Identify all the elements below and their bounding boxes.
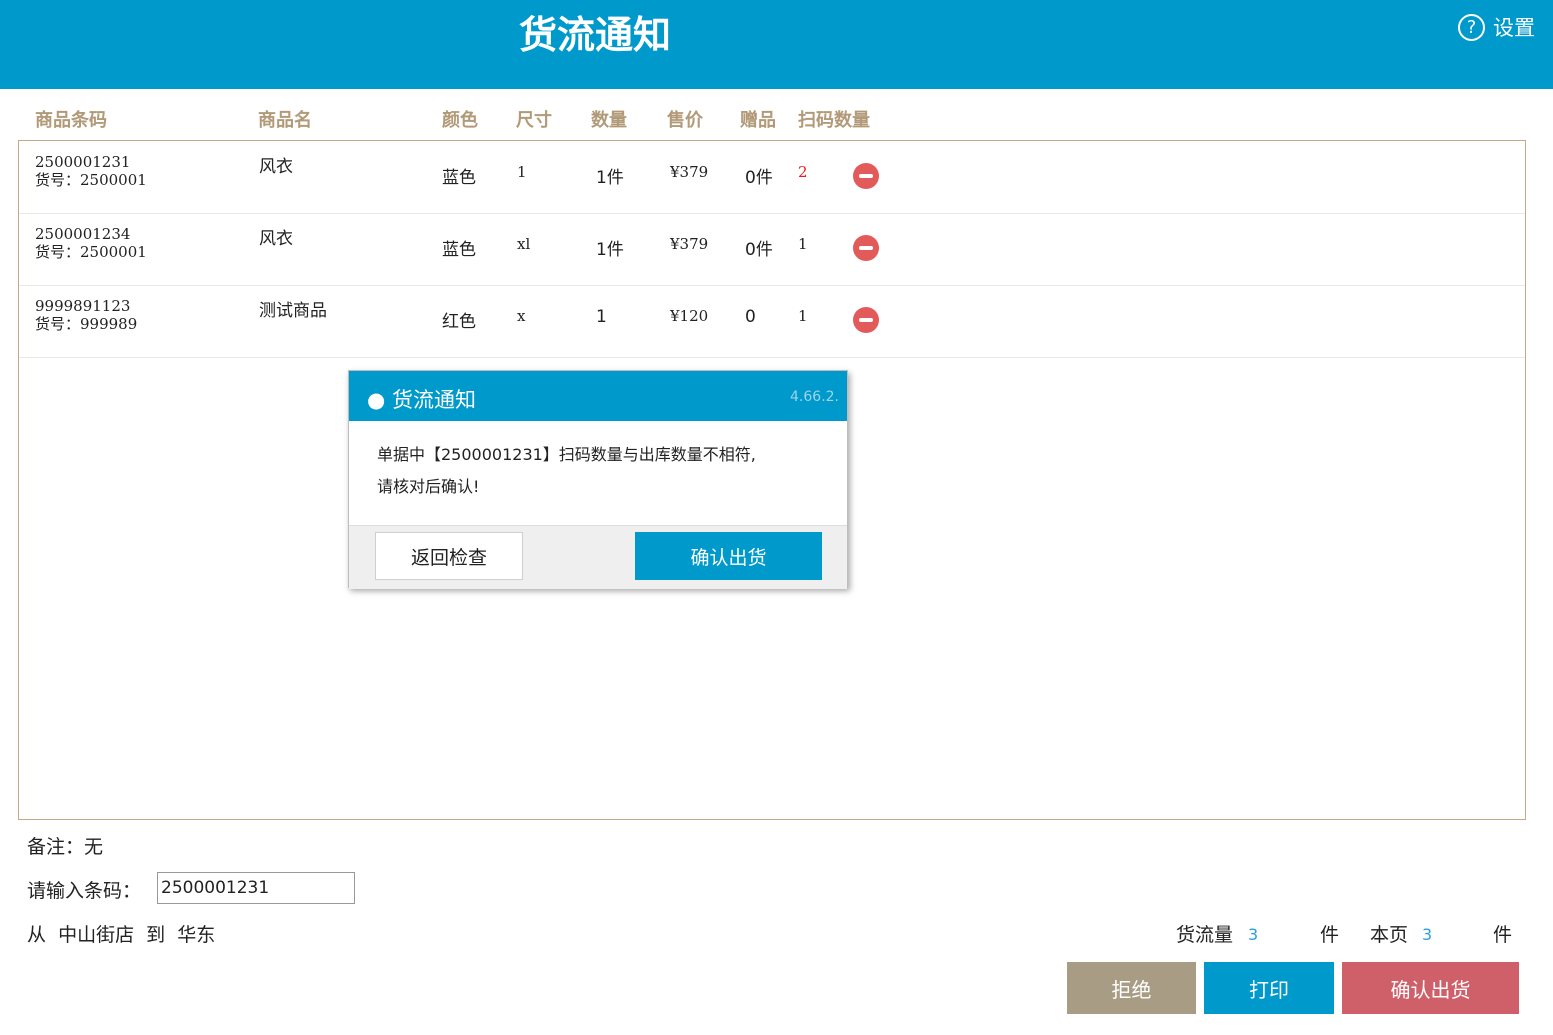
print-button[interactable]: 打印 <box>1204 962 1334 1014</box>
remove-icon[interactable] <box>853 307 879 333</box>
dialog-message-line1: 单据中【2500001231】扫码数量与出库数量不相符, <box>377 445 756 464</box>
col-gift: 赠品 <box>740 110 776 131</box>
col-color: 颜色 <box>442 110 478 131</box>
confirm-shipment-button[interactable]: 确认出货 <box>1342 962 1519 1014</box>
dialog-header: ● 货流通知 4.66.2. <box>349 371 847 421</box>
barcode: 2500001234 <box>35 225 131 243</box>
col-qty: 数量 <box>591 110 627 131</box>
gift-cell: 0 <box>745 307 756 327</box>
barcode-input[interactable] <box>157 872 355 904</box>
qty-cell: 1 <box>596 307 607 327</box>
barcode-cell: 9999891123 货号：999989 <box>35 297 137 333</box>
size-cell: 1 <box>517 163 527 181</box>
confirm-dialog: ● 货流通知 4.66.2. 单据中【2500001231】扫码数量与出库数量不… <box>348 370 848 589</box>
col-name: 商品名 <box>258 110 312 131</box>
item-number: 货号：2500001 <box>35 171 147 189</box>
product-name: 风衣 <box>259 229 293 249</box>
dialog-footer: 返回检查 确认出货 <box>349 525 847 589</box>
app-header: 货流通知 ? 设置 <box>0 0 1553 89</box>
size-cell: x <box>517 307 526 325</box>
dialog-message-line2: 请核对后确认! <box>377 477 480 496</box>
page-unit: 件 <box>1493 924 1513 946</box>
scanned-cell: 1 <box>798 307 808 325</box>
scanned-cell: 2 <box>798 163 808 181</box>
table-row: 2500001234 货号：2500001 风衣 蓝色 xl 1件 ¥379 0… <box>19 213 1525 286</box>
price-cell: ¥379 <box>670 163 709 181</box>
remove-icon[interactable] <box>853 163 879 189</box>
color-cell: 蓝色 <box>442 240 476 260</box>
barcode-input-label: 请输入条码： <box>27 880 142 902</box>
reject-button[interactable]: 拒绝 <box>1067 962 1196 1014</box>
dialog-message: 单据中【2500001231】扫码数量与出库数量不相符, 请核对后确认! <box>377 439 817 503</box>
table-row: 9999891123 货号：999989 测试商品 红色 x 1 ¥120 0 … <box>19 285 1525 358</box>
flow-unit: 件 <box>1320 924 1340 946</box>
barcode: 9999891123 <box>35 297 131 315</box>
col-barcode: 商品条码 <box>35 110 107 131</box>
page-title: 货流通知 <box>518 12 671 57</box>
dialog-confirm-button[interactable]: 确认出货 <box>635 532 822 580</box>
back-check-button[interactable]: 返回检查 <box>375 532 523 580</box>
scanned-cell: 1 <box>798 235 808 253</box>
help-icon[interactable]: ? <box>1458 13 1485 41</box>
product-name: 风衣 <box>259 157 293 177</box>
remove-icon[interactable] <box>853 235 879 261</box>
col-scanned: 扫码数量 <box>798 110 870 131</box>
col-size: 尺寸 <box>516 110 552 131</box>
item-number: 货号：2500001 <box>35 243 147 261</box>
settings-button[interactable]: ? 设置 <box>1458 12 1535 42</box>
color-cell: 红色 <box>442 312 476 332</box>
barcode-cell: 2500001231 货号：2500001 <box>35 153 147 189</box>
dialog-title: ● 货流通知 <box>367 388 476 412</box>
qty-cell: 1件 <box>596 240 624 260</box>
price-cell: ¥379 <box>670 235 709 253</box>
flow-label: 货流量 <box>1176 924 1234 946</box>
table-row: 2500001231 货号：2500001 风衣 蓝色 1 1件 ¥379 0件… <box>19 141 1525 214</box>
remark-text: 备注：无 <box>27 836 104 858</box>
page-count: 3 <box>1422 925 1433 944</box>
size-cell: xl <box>517 235 531 253</box>
flow-count: 3 <box>1248 925 1259 944</box>
gift-cell: 0件 <box>745 168 773 188</box>
settings-label: 设置 <box>1493 16 1535 40</box>
product-name: 测试商品 <box>259 301 327 321</box>
color-cell: 蓝色 <box>442 168 476 188</box>
col-price: 售价 <box>667 110 703 131</box>
dialog-version: 4.66.2. <box>790 389 839 405</box>
gift-cell: 0件 <box>745 240 773 260</box>
page-label: 本页 <box>1370 924 1409 946</box>
barcode-cell: 2500001234 货号：2500001 <box>35 225 147 261</box>
qty-cell: 1件 <box>596 168 624 188</box>
route-text: 从 中山街店 到 华东 <box>27 924 216 946</box>
item-number: 货号：999989 <box>35 315 138 333</box>
price-cell: ¥120 <box>670 307 709 325</box>
barcode: 2500001231 <box>35 153 131 171</box>
